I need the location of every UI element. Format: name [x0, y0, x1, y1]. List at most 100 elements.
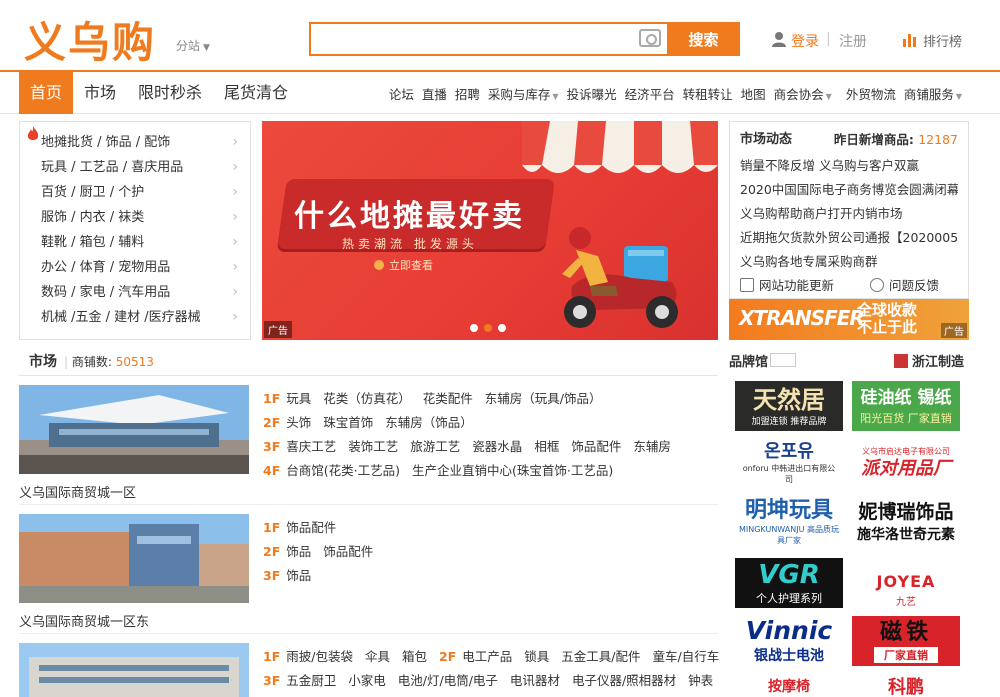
floor-category[interactable]: 饰品 [286, 544, 311, 559]
brand-tile[interactable]: 天然居 加盟连锁 推荐品牌 [735, 381, 843, 431]
category-item[interactable]: 鞋靴 / 箱包 / 辅料 › [20, 230, 250, 255]
category-item[interactable]: 机械 /五金 / 建材 /医疗器械 › [20, 305, 250, 330]
nav-shop-service[interactable]: 商铺服务 ▼ [904, 84, 962, 103]
promo-banner[interactable]: 什么地摊最好卖 热卖潮流 批发源头 立即查看 广告 [262, 121, 718, 340]
ad-tag: 广告 [264, 321, 292, 338]
floor-category[interactable]: 生产企业直销中心(珠宝首饰·工艺品) [412, 463, 613, 478]
brand-tile[interactable]: 妮博瑞饰品 施华洛世奇元素 [852, 497, 960, 547]
banner-cta[interactable]: 立即查看 [374, 257, 433, 273]
floor-category[interactable]: 五金工具/配件 [561, 649, 640, 664]
market-photo[interactable] [19, 514, 249, 603]
floor-label: 1F [263, 520, 281, 535]
floor-category[interactable]: 玩具 [286, 391, 311, 406]
camera-icon[interactable] [639, 29, 661, 47]
nav-market[interactable]: 市场 [73, 72, 127, 114]
category-item[interactable]: 数码 / 家电 / 汽车用品 › [20, 280, 250, 305]
brand-sub: 九艺 [896, 596, 916, 608]
nav-jobs[interactable]: 招聘 [455, 84, 480, 103]
floor-category[interactable]: 相框 [534, 439, 559, 454]
floor-category[interactable]: 电子仪器/照相器材 [572, 673, 676, 688]
xtransfer-ad[interactable]: XTRANSFER 全球收款 不止于此 广告 [729, 299, 969, 340]
floor-category[interactable]: 珠宝首饰 [323, 415, 373, 430]
brand-tile[interactable]: 磁铁 厂家直销 [852, 616, 960, 666]
carousel-dot-active[interactable] [484, 324, 492, 332]
zhejiang-made-link[interactable]: 浙江制造 [893, 351, 964, 370]
nav-forum[interactable]: 论坛 [389, 84, 414, 103]
brand-tile[interactable]: 明坤玩具 MINGKUNWANJU 高品质玩具厂家 [735, 497, 843, 547]
floor-category[interactable]: 旅游工艺 [410, 439, 460, 454]
substation-dropdown[interactable]: 分站 ▼ [176, 37, 210, 54]
feedback-link[interactable]: 问题反馈 [870, 275, 939, 294]
floor-category[interactable]: 伞具 [365, 649, 390, 664]
nav-sublease[interactable]: 转租转让 [683, 84, 733, 103]
new-products-stat: 昨日新增商品: 12187 [834, 129, 958, 148]
floor-category[interactable]: 钟表 [688, 673, 713, 688]
floor-category[interactable]: 瓷器水晶 [472, 439, 522, 454]
nav-flash-sale[interactable]: 限时秒杀 [127, 72, 213, 114]
brand-tile[interactable]: 硅油纸 锡纸 阳光百货 厂家直销 [852, 381, 960, 431]
ranking-link[interactable]: 排行榜 [923, 31, 962, 50]
category-item[interactable]: 百货 / 厨卫 / 个护 › [20, 180, 250, 205]
nav-clearance[interactable]: 尾货清仓 [213, 72, 299, 114]
floor-category[interactable]: 饰品配件 [571, 439, 621, 454]
floor-category[interactable]: 东辅房 [633, 439, 671, 454]
floor-category[interactable]: 饰品配件 [286, 520, 336, 535]
floor-category[interactable]: 电工产品 [462, 649, 512, 664]
floor-category[interactable]: 电池/灯/电筒/电子 [398, 673, 498, 688]
floor-category[interactable]: 台商馆(花类·工艺品) [286, 463, 400, 478]
category-item[interactable]: 玩具 / 工艺品 / 喜庆用品 › [20, 155, 250, 180]
news-item[interactable]: 义乌购帮助商户打开内销市场 [740, 202, 958, 226]
category-item[interactable]: 服饰 / 内衣 / 袜类 › [20, 205, 250, 230]
nav-economy[interactable]: 经济平台 [625, 84, 675, 103]
brand-tile[interactable]: 义乌市启达电子有限公司 派对用品厂 [852, 438, 960, 488]
floor-category[interactable]: 小家电 [348, 673, 386, 688]
floor-category[interactable]: 装饰工艺 [348, 439, 398, 454]
brand-tile[interactable]: 按摩椅 [735, 674, 843, 697]
floor-category[interactable]: 电讯器材 [510, 673, 560, 688]
market-photo[interactable] [19, 385, 249, 474]
floor-category[interactable]: 头饰 [286, 415, 311, 430]
nav-map[interactable]: 地图 [741, 84, 766, 103]
floor-category[interactable]: 箱包 [402, 649, 427, 664]
category-item[interactable]: 地摊批货 / 饰品 / 配饰 › [20, 130, 250, 155]
floor-category[interactable]: 五金厨卫 [286, 673, 336, 688]
floor-category[interactable]: 饰品配件 [323, 544, 373, 559]
login-link[interactable]: 登录 [791, 31, 819, 51]
carousel-dot[interactable] [498, 324, 506, 332]
feature-update-link[interactable]: 网站功能更新 [740, 275, 834, 294]
nav-home[interactable]: 首页 [19, 72, 74, 114]
nav-associations[interactable]: 商会协会 ▼ [774, 84, 832, 103]
nav-label: 外贸物流 [845, 86, 896, 102]
floor-category[interactable]: 东辅房（玩具/饰品） [485, 391, 602, 406]
market-photo[interactable] [19, 643, 249, 697]
floor-category[interactable]: 饰品 [286, 568, 311, 583]
news-item[interactable]: 销量不降反增 义乌购与客户双赢 [740, 154, 958, 178]
site-logo[interactable]: 义乌购 [24, 9, 156, 70]
floor-category[interactable]: 花类配件 [423, 391, 473, 406]
floor-category[interactable]: 东辅房（饰品） [385, 415, 473, 430]
floor-category[interactable]: 雨披/包装袋 [286, 649, 353, 664]
brand-tile[interactable]: 온포유 onforu 中韩进出口有限公司 [735, 438, 843, 488]
floor-category[interactable]: 喜庆工艺 [286, 439, 336, 454]
brand-tile[interactable]: 科鹏 [852, 674, 960, 697]
search-input[interactable] [311, 24, 631, 54]
nav-live[interactable]: 直播 [422, 84, 447, 103]
nav-purchase[interactable]: 采购与库存 ▼ [488, 84, 559, 103]
nav-complaints[interactable]: 投诉曝光 [567, 84, 617, 103]
floor-category[interactable]: 花类（仿真花） [323, 391, 411, 406]
news-item[interactable]: 近期拖欠货款外贸公司通报【2020005】 [740, 226, 958, 250]
market-name[interactable]: 义乌国际商贸城一区 [19, 482, 136, 501]
register-link[interactable]: 注册 [839, 31, 867, 51]
category-item[interactable]: 办公 / 体育 / 宠物用品 › [20, 255, 250, 280]
news-item[interactable]: 2020中国国际电子商务博览会圆满闭幕 [740, 178, 958, 202]
floor-category[interactable]: 童车/自行车 [653, 649, 720, 664]
brand-tile[interactable]: Vinnic 银战士电池 [735, 616, 843, 666]
news-item[interactable]: 义乌购各地专属采购商群 [740, 250, 958, 274]
floor-category[interactable]: 锁具 [524, 649, 549, 664]
search-button[interactable]: 搜索 [667, 22, 740, 56]
brand-tile[interactable]: JOYEA 九艺 [852, 558, 960, 608]
nav-logistics[interactable]: 外贸物流 [846, 84, 896, 103]
market-name[interactable]: 义乌国际商贸城一区东 [19, 611, 149, 630]
carousel-dot[interactable] [470, 324, 478, 332]
brand-tile[interactable]: VGR 个人护理系列 [735, 558, 843, 608]
